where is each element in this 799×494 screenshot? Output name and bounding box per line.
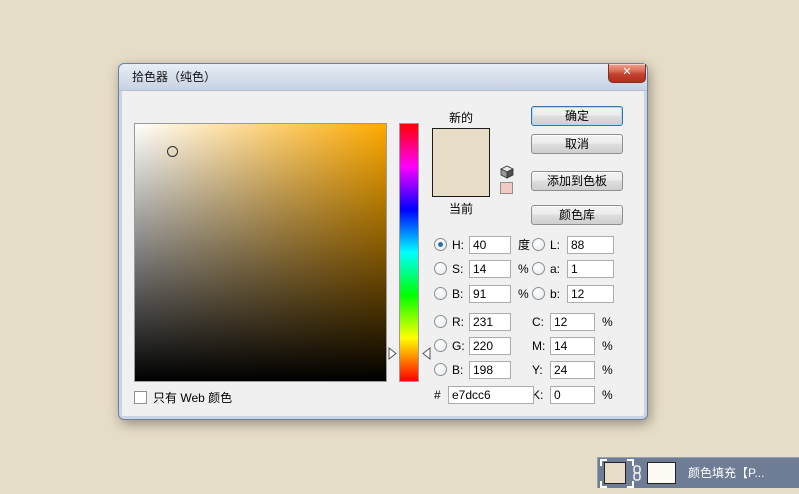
label-g: G: [452,339,469,353]
close-icon: ✕ [622,66,631,78]
unit-s: % [518,262,529,276]
radio-b-lab[interactable] [532,287,545,300]
color-libraries-button[interactable]: 颜色库 [531,205,623,225]
add-to-swatches-button[interactable]: 添加到色板 [531,171,623,191]
unit-b-hsb: % [518,287,529,301]
field-row-g: G: [434,336,511,355]
label-a: a: [550,262,567,276]
saturation-brightness-field[interactable] [134,123,387,382]
input-m[interactable] [550,337,595,355]
hue-slider-right-arrow[interactable] [422,347,431,360]
label-r: R: [452,315,469,329]
field-row-r: R: [434,312,511,331]
desktop-canvas: 拾色器（纯色） ✕ 新的 当前 确定 取消 添加到色板 [0,0,799,494]
hue-slider[interactable] [399,123,419,382]
color-field-marker[interactable] [167,146,178,157]
input-a[interactable] [567,260,614,278]
only-web-colors-row: 只有 Web 颜色 [134,389,232,406]
unit-c: % [602,315,613,329]
unit-y: % [602,363,613,377]
unit-h: 度 [518,236,530,253]
only-web-colors-label: 只有 Web 颜色 [153,389,232,406]
label-y: Y: [532,363,548,377]
label-l: L: [550,238,567,252]
label-b-lab: b: [550,287,567,301]
label-k: K: [532,388,548,402]
label-b-rgb: B: [452,363,469,377]
hue-slider-left-arrow[interactable] [388,347,397,360]
dialog-title: 拾色器（纯色） [132,64,216,90]
input-c[interactable] [550,313,595,331]
color-picker-dialog: 拾色器（纯色） ✕ 新的 当前 确定 取消 添加到色板 [118,63,648,420]
field-row-m: M: % [532,336,613,355]
input-h[interactable] [469,236,511,254]
selection-bracket [600,459,607,466]
field-row-y: Y: % [532,360,613,379]
label-s: S: [452,262,469,276]
selection-bracket [600,481,607,488]
unit-k: % [602,388,613,402]
input-l[interactable] [567,236,614,254]
radio-s[interactable] [434,262,447,275]
radio-b-hsb[interactable] [434,287,447,300]
label-c: C: [532,315,548,329]
input-hex[interactable] [448,386,534,404]
only-web-colors-checkbox[interactable] [134,391,147,404]
field-row-hex: # [434,385,534,404]
input-b-lab[interactable] [567,285,614,303]
radio-g[interactable] [434,339,447,352]
field-row-b-rgb: B: [434,360,511,379]
field-row-b-hsb: B: % [434,284,529,303]
input-b-rgb[interactable] [469,361,511,379]
label-h: H: [452,238,469,252]
layer-mask-link-icon[interactable] [632,465,642,481]
input-g[interactable] [469,337,511,355]
selection-bracket [627,481,634,488]
field-row-c: C: % [532,312,613,331]
layer-name: 颜色填充【P... [688,458,764,489]
input-s[interactable] [469,260,511,278]
radio-l[interactable] [532,238,545,251]
field-row-k: K: % [532,385,613,404]
radio-r[interactable] [434,315,447,328]
field-row-s: S: % [434,259,529,278]
radio-a[interactable] [532,262,545,275]
input-b-hsb[interactable] [469,285,511,303]
label-hex: # [434,388,448,402]
current-color-label: 当前 [432,200,490,217]
cancel-button[interactable]: 取消 [531,134,623,154]
radio-b-rgb[interactable] [434,363,447,376]
ok-button[interactable]: 确定 [531,106,623,126]
close-button[interactable]: ✕ [608,64,646,83]
web-color-warning-cube-icon[interactable] [500,165,514,179]
unit-m: % [602,339,613,353]
field-row-a: a: [532,259,614,278]
new-current-color-swatch [432,128,490,197]
label-m: M: [532,339,548,353]
field-row-h: H: 度 [434,235,530,254]
input-k[interactable] [550,386,595,404]
field-row-l: L: [532,235,614,254]
layer-mask-thumbnail[interactable] [647,462,676,484]
dialog-titlebar[interactable]: 拾色器（纯色） ✕ [119,64,647,91]
nearest-web-color-swatch[interactable] [500,182,513,194]
input-y[interactable] [550,361,595,379]
layers-panel-row[interactable]: 颜色填充【P... [597,457,799,488]
radio-h[interactable] [434,238,447,251]
layer-color-thumbnail[interactable] [604,462,626,484]
input-r[interactable] [469,313,511,331]
new-color-label: 新的 [432,109,490,126]
label-b-hsb: B: [452,287,469,301]
field-row-b-lab: b: [532,284,614,303]
